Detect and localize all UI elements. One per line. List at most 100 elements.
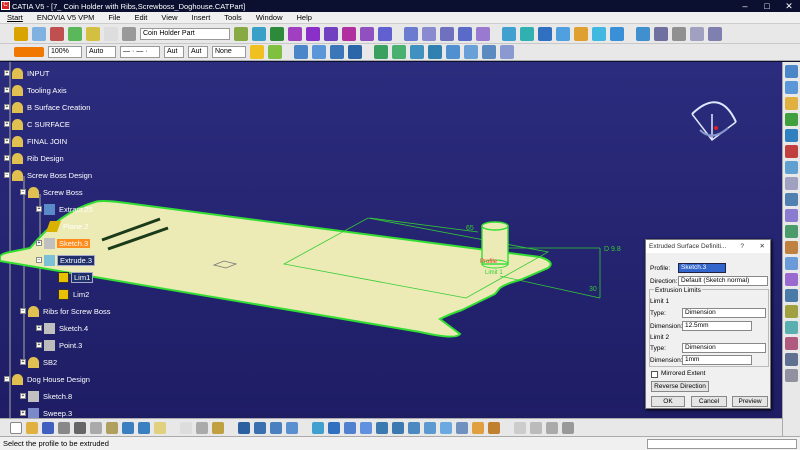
powercopy-icon[interactable] (785, 353, 798, 366)
expand-icon[interactable]: + (36, 240, 42, 246)
zoom-dropdown[interactable]: 100% (48, 46, 82, 58)
lock-icon[interactable] (546, 421, 558, 434)
undo-icon[interactable] (122, 421, 134, 434)
dialog-close-icon[interactable]: ✕ (760, 240, 765, 253)
dim-30-text[interactable]: 30 (589, 286, 597, 293)
expand-icon[interactable]: + (20, 410, 26, 416)
affinity-icon[interactable] (592, 26, 606, 41)
iso-view-icon[interactable] (440, 421, 452, 434)
menu-file[interactable]: File (101, 12, 127, 24)
expand-icon[interactable]: + (36, 342, 42, 348)
join-icon[interactable] (404, 26, 418, 41)
fit-all-icon[interactable] (328, 421, 340, 434)
expand-icon[interactable]: + (20, 393, 26, 399)
developed-shapes-icon[interactable] (785, 209, 798, 222)
rule-icon[interactable] (270, 26, 284, 41)
tree-item-sketch-3[interactable]: + Sketch.3 (36, 237, 91, 249)
curvature-icon[interactable] (708, 26, 722, 41)
multisection-icon[interactable] (360, 26, 374, 41)
symmetry-icon[interactable] (556, 26, 570, 41)
tree-item-extract-25[interactable]: + Extract.25 (36, 203, 95, 215)
sketcher-icon[interactable] (785, 65, 798, 78)
wireframe-icon[interactable] (785, 81, 798, 94)
save-icon[interactable] (42, 421, 54, 434)
collapse-icon[interactable]: − (36, 257, 42, 263)
circle-icon[interactable] (410, 45, 424, 59)
normal-view-icon[interactable] (408, 421, 420, 434)
boundary-icon[interactable] (458, 26, 472, 41)
collapse-icon[interactable]: − (4, 376, 10, 382)
rotate-view-icon[interactable] (360, 421, 372, 434)
whats-this-icon[interactable] (154, 421, 166, 434)
tree-item-plane-2[interactable]: Plane.2 (45, 220, 90, 232)
analysis-tool-icon[interactable] (785, 161, 798, 174)
sketch-icon[interactable] (14, 26, 28, 41)
curve-icon[interactable] (374, 45, 388, 59)
translate-icon[interactable] (520, 26, 534, 41)
tree-item-c-surface[interactable]: + C SURFACE (4, 118, 72, 130)
collapse-icon[interactable]: − (20, 189, 26, 195)
print-icon[interactable] (58, 421, 70, 434)
preview-button[interactable]: Preview (732, 396, 768, 407)
expand-icon[interactable]: + (4, 121, 10, 127)
layer-a-dropdown[interactable]: Aut (164, 46, 184, 58)
extract-icon[interactable] (476, 26, 490, 41)
dim-65-text[interactable]: 65 (466, 225, 474, 232)
tree-item-lim2[interactable]: Lim2 (58, 288, 91, 300)
new-file-icon[interactable] (10, 421, 22, 434)
helix-icon[interactable] (446, 45, 460, 59)
shape-morph-icon[interactable] (785, 289, 798, 302)
zoom-in-icon[interactable] (376, 421, 388, 434)
rotate-icon[interactable] (538, 26, 552, 41)
tree-item-lim1[interactable]: Lim1 (58, 271, 94, 283)
plane-icon[interactable] (32, 26, 46, 41)
limit2-type-select[interactable]: Dimension (682, 343, 766, 353)
knowledge-param-icon[interactable] (196, 421, 208, 434)
measure-item-icon[interactable] (254, 421, 266, 434)
manual-update-icon[interactable] (530, 421, 542, 434)
ok-button[interactable]: OK (651, 396, 685, 407)
menu-help[interactable]: Help (290, 12, 319, 24)
tree-item-screw-boss-design[interactable]: − Screw Boss Design (4, 169, 94, 181)
menu-insert[interactable]: Insert (185, 12, 218, 24)
tree-item-input[interactable]: + INPUT (4, 67, 52, 79)
pan-icon[interactable] (344, 421, 356, 434)
tree-item-dog-house-design[interactable]: − Dog House Design (4, 373, 92, 385)
menu-start[interactable]: Start (0, 12, 30, 24)
expand-icon[interactable]: + (36, 325, 42, 331)
tree-item-sb2[interactable]: + SB2 (20, 356, 59, 368)
extrapolate-icon[interactable] (610, 26, 624, 41)
design-table-icon[interactable] (212, 421, 224, 434)
minimize-button[interactable]: – (734, 0, 756, 12)
intersection-icon[interactable] (482, 45, 496, 59)
axis-icon[interactable] (50, 26, 64, 41)
extrude-icon[interactable] (288, 26, 302, 41)
box-icon[interactable] (294, 45, 308, 59)
direction-field[interactable]: Default (Sketch normal) (678, 276, 768, 286)
expand-icon[interactable]: + (20, 359, 26, 365)
catalog-icon[interactable] (785, 369, 798, 382)
open-file-icon[interactable] (26, 421, 38, 434)
draft-icon[interactable] (785, 337, 798, 350)
menu-window[interactable]: Window (249, 12, 290, 24)
redo-icon[interactable] (138, 421, 150, 434)
knowledge-icon[interactable] (252, 26, 266, 41)
mirrored-checkbox[interactable] (651, 371, 658, 378)
constraint-icon[interactable] (785, 145, 798, 158)
volume-icon[interactable] (785, 193, 798, 206)
expand-icon[interactable]: + (4, 104, 10, 110)
views-icon[interactable] (424, 421, 436, 434)
replication-icon[interactable] (785, 129, 798, 142)
expand-icon[interactable]: + (4, 87, 10, 93)
sweep-icon[interactable] (324, 26, 338, 41)
limit1-type-select[interactable]: Dimension (682, 308, 766, 318)
part-selector[interactable]: Coin Holder Part (140, 27, 230, 40)
render-mode-dropdown[interactable]: None (212, 46, 246, 58)
fly-mode-icon[interactable] (312, 421, 324, 434)
bump-icon[interactable] (785, 257, 798, 270)
limit2-dimension-input[interactable]: 1mm (682, 355, 752, 365)
measure-inertia-icon[interactable] (270, 421, 282, 434)
draft-analysis-icon[interactable] (690, 26, 704, 41)
limit1-label[interactable]: Limit 1 (485, 270, 503, 276)
menu-view[interactable]: View (154, 12, 184, 24)
